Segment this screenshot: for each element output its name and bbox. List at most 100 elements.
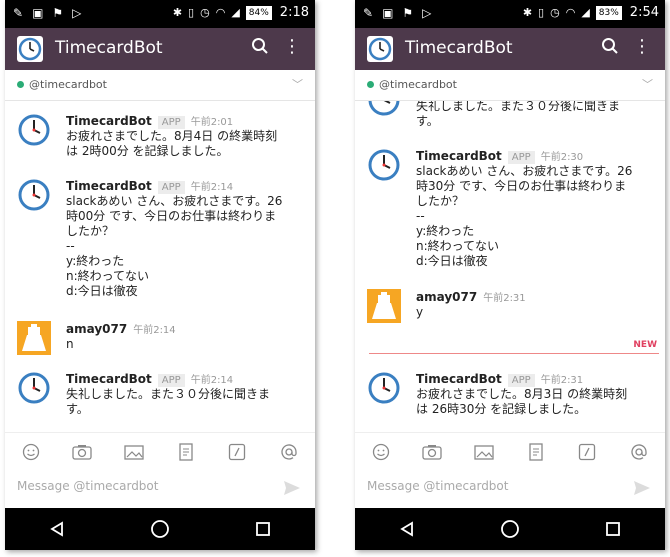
clock-avatar-icon[interactable] [367,101,401,117]
chevron-down-icon[interactable]: ﹀ [292,76,303,92]
phone-screen-left: ✎ ▣ ⚑ ▷ ✱ ▯ ◷ ◠ ◢ 84% 2:18 TimecardBot ⋮… [5,0,315,550]
system-navbar [5,508,315,550]
message-composer [355,470,665,508]
status-time: 2:18 [279,5,309,20]
message-input[interactable] [365,478,619,494]
status-bar: ✎ ▣ ⚑ ▷ ✱ ▯ ◷ ◠ ◢ 84% 2:18 [5,0,315,28]
slash-icon[interactable] [226,441,248,463]
more-icon[interactable]: ⋮ [283,37,301,57]
search-icon[interactable] [251,37,269,59]
chevron-down-icon[interactable]: ﹀ [642,76,653,92]
app-title: TimecardBot [55,38,163,58]
presence-dot [17,81,24,88]
message-author[interactable]: TimecardBot [416,149,502,163]
user-avatar-icon[interactable] [367,289,401,323]
message-input[interactable] [15,478,269,494]
recents-icon[interactable] [593,514,633,544]
message-line: したか？ [416,194,465,208]
message-body: n [66,337,302,352]
message-header: TimecardBot APP 午前2:14 [66,371,234,387]
message-time: 午前2:14 [190,375,234,386]
camera-icon[interactable] [71,441,93,463]
message-header: TimecardBot APP 午前2:01 [66,113,234,129]
clock-avatar-icon[interactable] [367,371,401,405]
message-time: 午前2:31 [540,375,584,386]
message-header: TimecardBot APP 午前2:14 [66,178,233,194]
message-line: y:終わった [66,254,125,268]
message-author[interactable]: TimecardBot [66,114,152,128]
back-icon[interactable] [387,514,427,544]
slash-icon[interactable] [576,441,598,463]
edit-icon: ✎ [363,6,374,20]
file-icon[interactable] [175,441,197,463]
composer-toolbar [5,432,315,471]
mention-icon[interactable] [278,441,300,463]
message-line: d:今日は徹夜 [66,284,138,298]
wifi-icon: ◠ [565,6,576,19]
wifi-icon: ◠ [215,6,226,19]
user-avatar-icon[interactable] [17,321,51,355]
message-body: お疲れさまでした。8月3日 の終業時刻 は 26時30分 を記録しました。 [416,387,652,417]
message-line: y [416,305,424,319]
system-icons: ✱ ▯ ◷ ◠ ◢ 83% 2:54 [523,5,659,20]
clock-avatar-icon[interactable] [17,371,51,405]
app-bar: TimecardBot ⋮ [355,28,665,70]
app-badge: APP [507,374,535,387]
search-icon[interactable] [601,37,619,59]
message-line: す。 [416,114,439,128]
message-body: y [416,305,652,320]
send-icon[interactable] [283,480,301,500]
channel-name: @timecardbot [29,78,107,91]
clock-avatar-icon[interactable] [17,113,51,147]
clock-avatar-icon[interactable] [17,178,51,212]
image-icon[interactable] [473,441,495,463]
app-bar: TimecardBot ⋮ [5,28,315,70]
message-list[interactable]: 失礼しました。また３０分後に聞きま す。 TimecardBot APP 午前2:3… [355,101,665,428]
message-line: 失礼しました。また３０分後に聞きま [66,387,271,401]
clock-avatar-icon[interactable] [367,36,393,62]
message-line: 時00分 です、今日のお仕事は終わりま [66,209,277,223]
message-author[interactable]: TimecardBot [416,372,502,386]
app-title: TimecardBot [405,38,513,58]
send-icon[interactable] [633,480,651,500]
file-icon[interactable] [525,441,547,463]
message-author[interactable]: TimecardBot [66,179,152,193]
flag-icon: ⚑ [402,6,414,20]
mention-icon[interactable] [628,441,650,463]
message-author[interactable]: amay077 [66,322,127,336]
vibrate-icon: ▯ [538,6,545,19]
message-line: slackあめい さん、お疲れさまです。26 [416,164,633,178]
channel-header[interactable]: @timecardbot ﹀ [5,70,315,101]
image-icon[interactable] [123,441,145,463]
more-icon[interactable]: ⋮ [633,37,651,57]
recents-icon[interactable] [243,514,283,544]
app-badge: APP [157,116,185,129]
message-time: 午前2:01 [190,117,234,128]
system-icons: ✱ ▯ ◷ ◠ ◢ 84% 2:18 [173,5,309,20]
system-navbar [355,508,665,550]
message-header: TimecardBot APP 午前2:30 [416,148,583,164]
camera-icon[interactable] [421,441,443,463]
battery-indicator: 83% [595,5,622,20]
message-author[interactable]: TimecardBot [66,372,152,386]
emoji-icon[interactable] [370,441,392,463]
message-line: slackあめい さん、お疲れさまです。26 [66,194,283,208]
message-list[interactable]: TimecardBot APP 午前2:01 お疲れさまでした。8月4日 の終業時刻… [5,101,315,428]
flag-icon: ⚑ [52,6,64,20]
home-icon[interactable] [140,514,180,544]
status-time: 2:54 [629,5,659,20]
sim-icon: ▣ [32,6,44,20]
bluetooth-icon: ✱ [522,6,533,19]
message-line: は 2時00分 を記録しました。 [66,144,229,158]
clock-avatar-icon[interactable] [17,36,43,62]
message-line: n [66,337,74,351]
back-icon[interactable] [37,514,77,544]
channel-header[interactable]: @timecardbot ﹀ [355,70,665,101]
emoji-icon[interactable] [20,441,42,463]
home-icon[interactable] [490,514,530,544]
sim-icon: ▣ [382,6,394,20]
message-line: お疲れさまでした。8月4日 の終業時刻 [66,129,278,143]
message-header: amay077 午前2:31 [416,289,526,304]
clock-avatar-icon[interactable] [367,148,401,182]
message-author[interactable]: amay077 [416,290,477,304]
